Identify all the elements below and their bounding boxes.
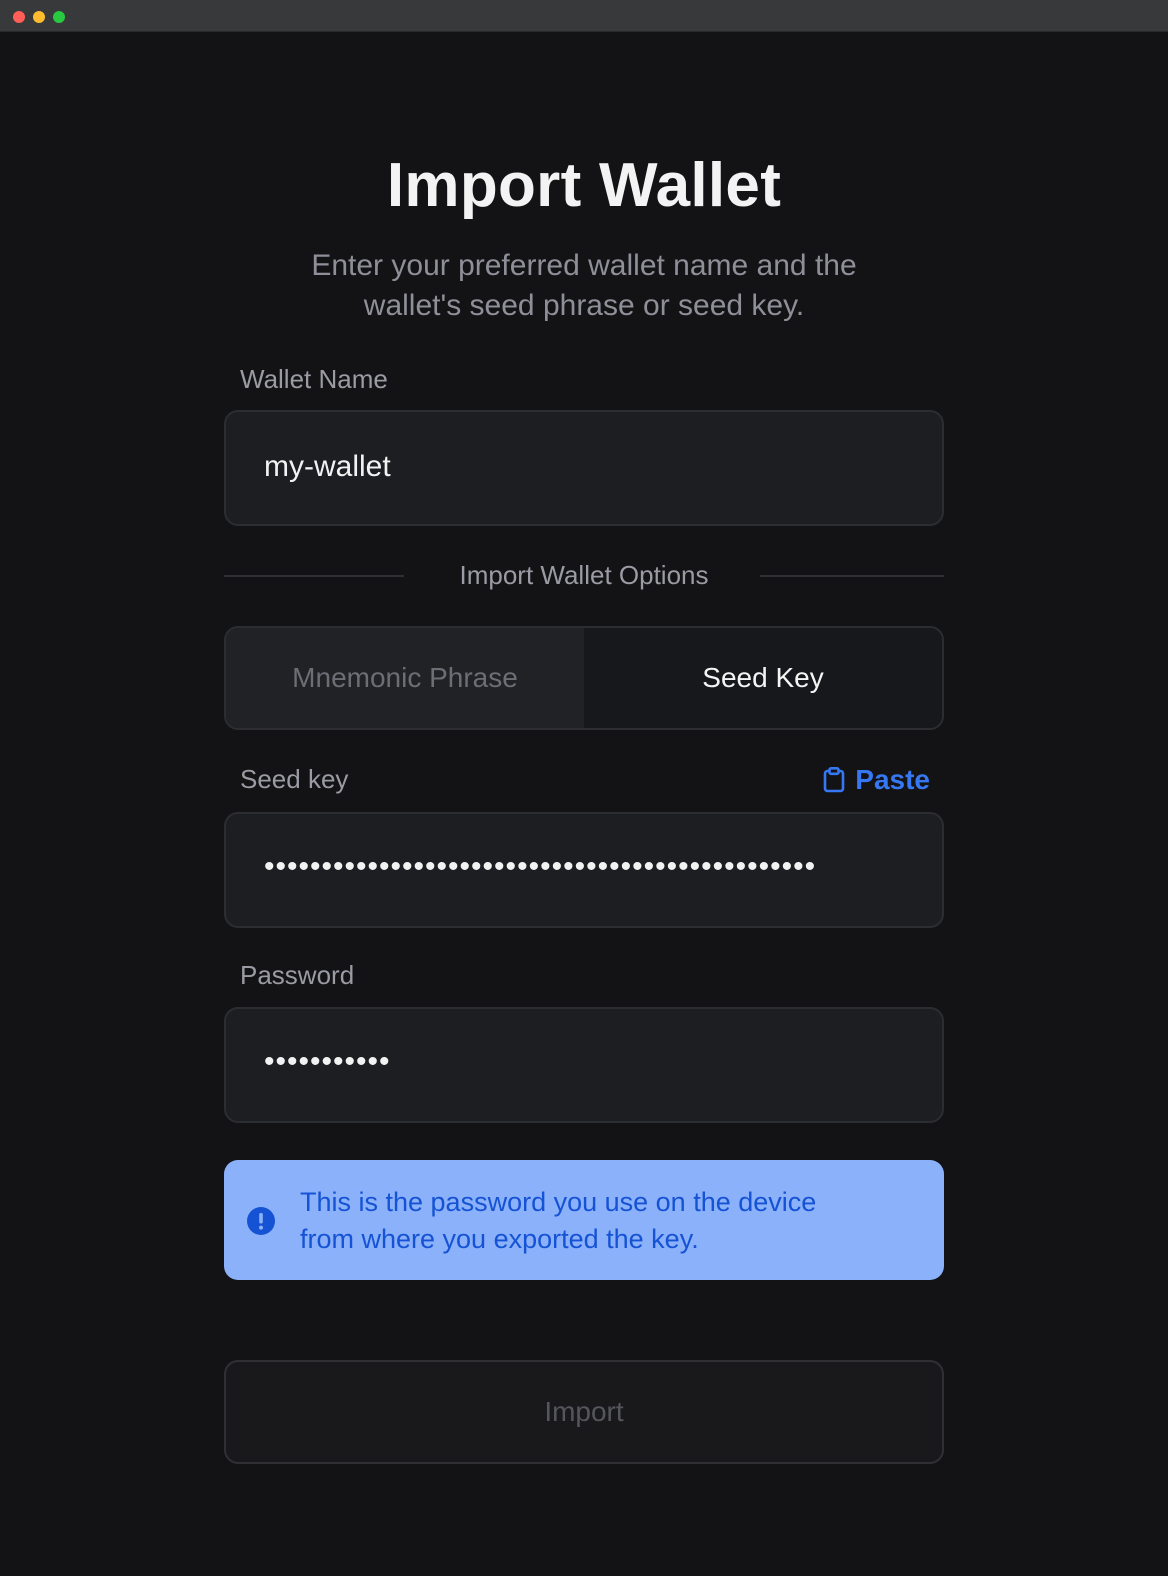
password-info-banner: This is the password you use on the devi…	[224, 1160, 944, 1280]
info-banner-text: This is the password you use on the devi…	[300, 1184, 920, 1258]
seed-key-input[interactable]: ••••••••••••••••••••••••••••••••••••••••…	[224, 812, 944, 928]
wallet-name-input[interactable]: my-wallet	[224, 410, 944, 526]
import-method-tabs: Mnemonic Phrase Seed Key	[224, 626, 944, 730]
import-options-divider: Import Wallet Options	[224, 556, 944, 596]
subtitle-line-1: Enter your preferred wallet name and the	[311, 249, 857, 282]
tab-mnemonic-phrase[interactable]: Mnemonic Phrase	[226, 628, 584, 728]
paste-button[interactable]: Paste	[823, 764, 930, 796]
minimize-window-button[interactable]	[33, 11, 45, 23]
app-window: Import Wallet Enter your preferred walle…	[0, 0, 1168, 1576]
page-title: Import Wallet	[386, 151, 782, 220]
info-text-line-1: This is the password you use on the devi…	[300, 1187, 817, 1217]
title-bar	[0, 0, 1168, 32]
password-input[interactable]: •••••••••••	[224, 1007, 944, 1123]
import-button[interactable]: Import	[224, 1360, 944, 1464]
info-text-line-2: from where you exported the key.	[300, 1224, 699, 1254]
close-window-button[interactable]	[13, 11, 25, 23]
password-masked-value: •••••••••••	[264, 1045, 391, 1078]
password-label: Password	[240, 960, 355, 990]
tab-seed-key[interactable]: Seed Key	[584, 628, 942, 728]
zoom-window-button[interactable]	[53, 11, 65, 23]
clipboard-icon	[823, 767, 845, 793]
wallet-name-label: Wallet Name	[240, 364, 388, 394]
seed-key-masked-value: ••••••••••••••••••••••••••••••••••••••••…	[264, 850, 817, 883]
paste-label: Paste	[855, 764, 930, 795]
page-subtitle: Enter your preferred wallet name and the…	[224, 246, 944, 326]
seed-key-label: Seed key	[240, 764, 349, 794]
exclamation-circle-icon	[247, 1207, 275, 1235]
wallet-name-value: my-wallet	[264, 450, 391, 483]
divider-line-right	[760, 575, 944, 577]
subtitle-line-2: wallet's seed phrase or seed key.	[363, 289, 805, 322]
